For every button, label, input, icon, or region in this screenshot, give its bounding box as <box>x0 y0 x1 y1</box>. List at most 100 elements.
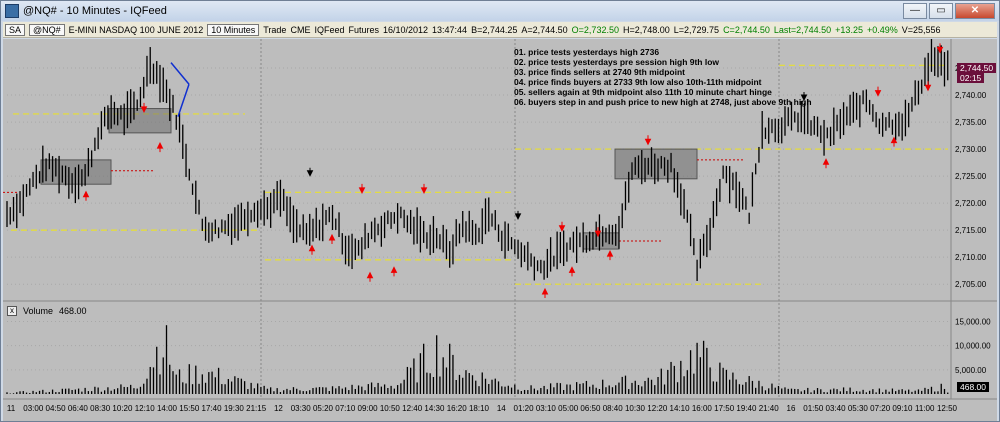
symbol-input[interactable]: @NQ# <box>29 23 65 36</box>
marker-arrow <box>514 210 522 221</box>
date-label: 16/10/2012 <box>382 24 429 35</box>
close-button[interactable]: ✕ <box>955 3 995 19</box>
time-tick-label: 07:10 <box>335 404 356 413</box>
trend-line <box>177 83 190 117</box>
time-tick-label: 10:50 <box>380 404 401 413</box>
time-tick-label: 11:00 <box>915 404 935 413</box>
chart-window: @NQ# - 10 Minutes - IQFeed — ▭ ✕ SA @NQ#… <box>0 0 1000 422</box>
time-tick-label: 12:50 <box>937 404 958 413</box>
bar-timer-badge: 02:15 <box>957 73 985 83</box>
sell-signal-arrow <box>358 183 366 195</box>
note-item: 06. buyers step in and push price to new… <box>514 97 812 107</box>
price-tick-label: 2,710.00 <box>955 253 987 262</box>
time-tick-label: 17:40 <box>202 404 223 413</box>
price-tick-label: 2,735.00 <box>955 118 987 127</box>
time-tick-label: 14:30 <box>424 404 445 413</box>
time-tick-label: 14:00 <box>157 404 178 413</box>
sell-signal-arrow <box>420 183 428 195</box>
volume-tick-label: 15,000.00 <box>955 318 991 327</box>
time-tick-label: 17:50 <box>714 404 735 413</box>
price-tick-label: 2,705.00 <box>955 280 987 289</box>
buy-signal-arrow <box>156 141 164 153</box>
time-tick-label: 05:00 <box>558 404 579 413</box>
note-item: 01. price tests yesterdays high 2736 <box>514 47 660 57</box>
minimize-button[interactable]: — <box>903 3 927 19</box>
note-item: 02. price tests yesterdays pre session h… <box>514 57 720 67</box>
marker-arrow <box>306 167 314 177</box>
title-bar[interactable]: @NQ# - 10 Minutes - IQFeed — ▭ ✕ <box>1 1 999 21</box>
price-tick-label: 2,720.00 <box>955 199 987 208</box>
instrument-description: E-MINI NASDAQ 100 JUNE 2012 <box>68 24 204 35</box>
time-tick-label: 01:50 <box>803 404 824 413</box>
sell-signal-arrow <box>644 135 652 146</box>
consolidation-box <box>582 232 620 250</box>
time-tick-label: 11 <box>7 404 16 413</box>
note-item: 03. price finds sellers at 2740 9th midp… <box>514 67 686 77</box>
volume-tick-label: 5,000.00 <box>955 366 987 375</box>
time-tick-label: 03:40 <box>826 404 847 413</box>
volume-tick-label: 10,000.00 <box>955 342 991 351</box>
time-tick-label: 12 <box>274 404 283 413</box>
price-tick-label: 2,725.00 <box>955 172 987 181</box>
volume-panel-value: 468.00 <box>59 306 87 316</box>
time-tick-label: 09:00 <box>358 404 379 413</box>
trend-line <box>170 62 190 85</box>
consolidation-box <box>614 148 698 180</box>
time-tick-label: 19:30 <box>224 404 245 413</box>
buy-signal-arrow <box>328 233 336 244</box>
high-label: H=2,748.00 <box>622 24 670 35</box>
volume-label: V=25,556 <box>901 24 941 35</box>
price-tick-label: 2,740.00 <box>955 91 987 100</box>
time-tick-label: 03:10 <box>536 404 557 413</box>
time-tick-label: 12:40 <box>402 404 423 413</box>
time-tick-label: 18:10 <box>469 404 490 413</box>
time-tick-label: 06:40 <box>68 404 89 413</box>
window-title: @NQ# - 10 Minutes - IQFeed <box>23 5 167 17</box>
last-label: Last=2,744.50 <box>773 24 832 35</box>
last-price-badge: 2,744.50 <box>957 63 997 73</box>
symbol-toolbar: SA @NQ# E-MINI NASDAQ 100 JUNE 2012 10 M… <box>3 22 997 38</box>
app-icon <box>5 4 19 18</box>
buy-signal-arrow <box>822 158 830 169</box>
interval-selector[interactable]: 10 Minutes <box>207 23 260 36</box>
time-tick-label: 03:30 <box>291 404 312 413</box>
time-tick-label: 04:50 <box>46 404 67 413</box>
time-tick-label: 05:30 <box>848 404 869 413</box>
maximize-button[interactable]: ▭ <box>929 3 953 19</box>
time-tick-label: 08:30 <box>90 404 111 413</box>
change-label: +13.25 <box>835 24 863 35</box>
note-item: 05. sellers again at 9th midpoint also 1… <box>514 87 772 97</box>
buy-signal-arrow <box>366 271 374 282</box>
analysis-notes: 01. price tests yesterdays high 2736 02.… <box>514 47 812 107</box>
note-item: 04. price finds buyers at 2733 9th low a… <box>514 77 762 87</box>
sell-signal-arrow <box>924 81 932 92</box>
buy-signal-arrow <box>390 266 398 277</box>
time-tick-label: 16 <box>787 404 796 413</box>
bid-label: B=2,744.25 <box>471 24 518 35</box>
price-chart[interactable]: 2,745.002,740.002,735.002,730.002,725.00… <box>3 39 997 421</box>
time-tick-label: 08:40 <box>603 404 624 413</box>
price-tick-label: 2,730.00 <box>955 145 987 154</box>
time-tick-label: 01:20 <box>514 404 535 413</box>
close-panel-icon[interactable]: x <box>7 306 17 316</box>
time-label: 13:47:44 <box>432 24 468 35</box>
time-tick-label: 16:20 <box>447 404 468 413</box>
ask-label: A=2,744.50 <box>521 24 568 35</box>
buy-signal-arrow <box>308 244 316 255</box>
price-tick-label: 2,715.00 <box>955 226 987 235</box>
open-label: O=2,732.50 <box>571 24 619 35</box>
time-tick-label: 12:10 <box>135 404 156 413</box>
volume-panel-header: x Volume 468.00 <box>7 306 87 316</box>
time-tick-label: 12:20 <box>647 404 668 413</box>
time-tick-label: 14:10 <box>670 404 691 413</box>
sell-signal-arrow <box>558 221 566 232</box>
type-label: Futures <box>348 24 379 35</box>
chart-area[interactable]: 2,745.002,740.002,735.002,730.002,725.00… <box>3 39 997 421</box>
sell-signal-arrow <box>874 86 882 97</box>
time-tick-label: 07:20 <box>870 404 891 413</box>
volume-badge: 468.00 <box>957 382 989 392</box>
mode-label: Trade <box>263 24 287 35</box>
buy-signal-arrow <box>82 190 90 201</box>
exchange-label: CME <box>290 24 311 35</box>
symbol-link-box[interactable]: SA <box>5 23 26 36</box>
